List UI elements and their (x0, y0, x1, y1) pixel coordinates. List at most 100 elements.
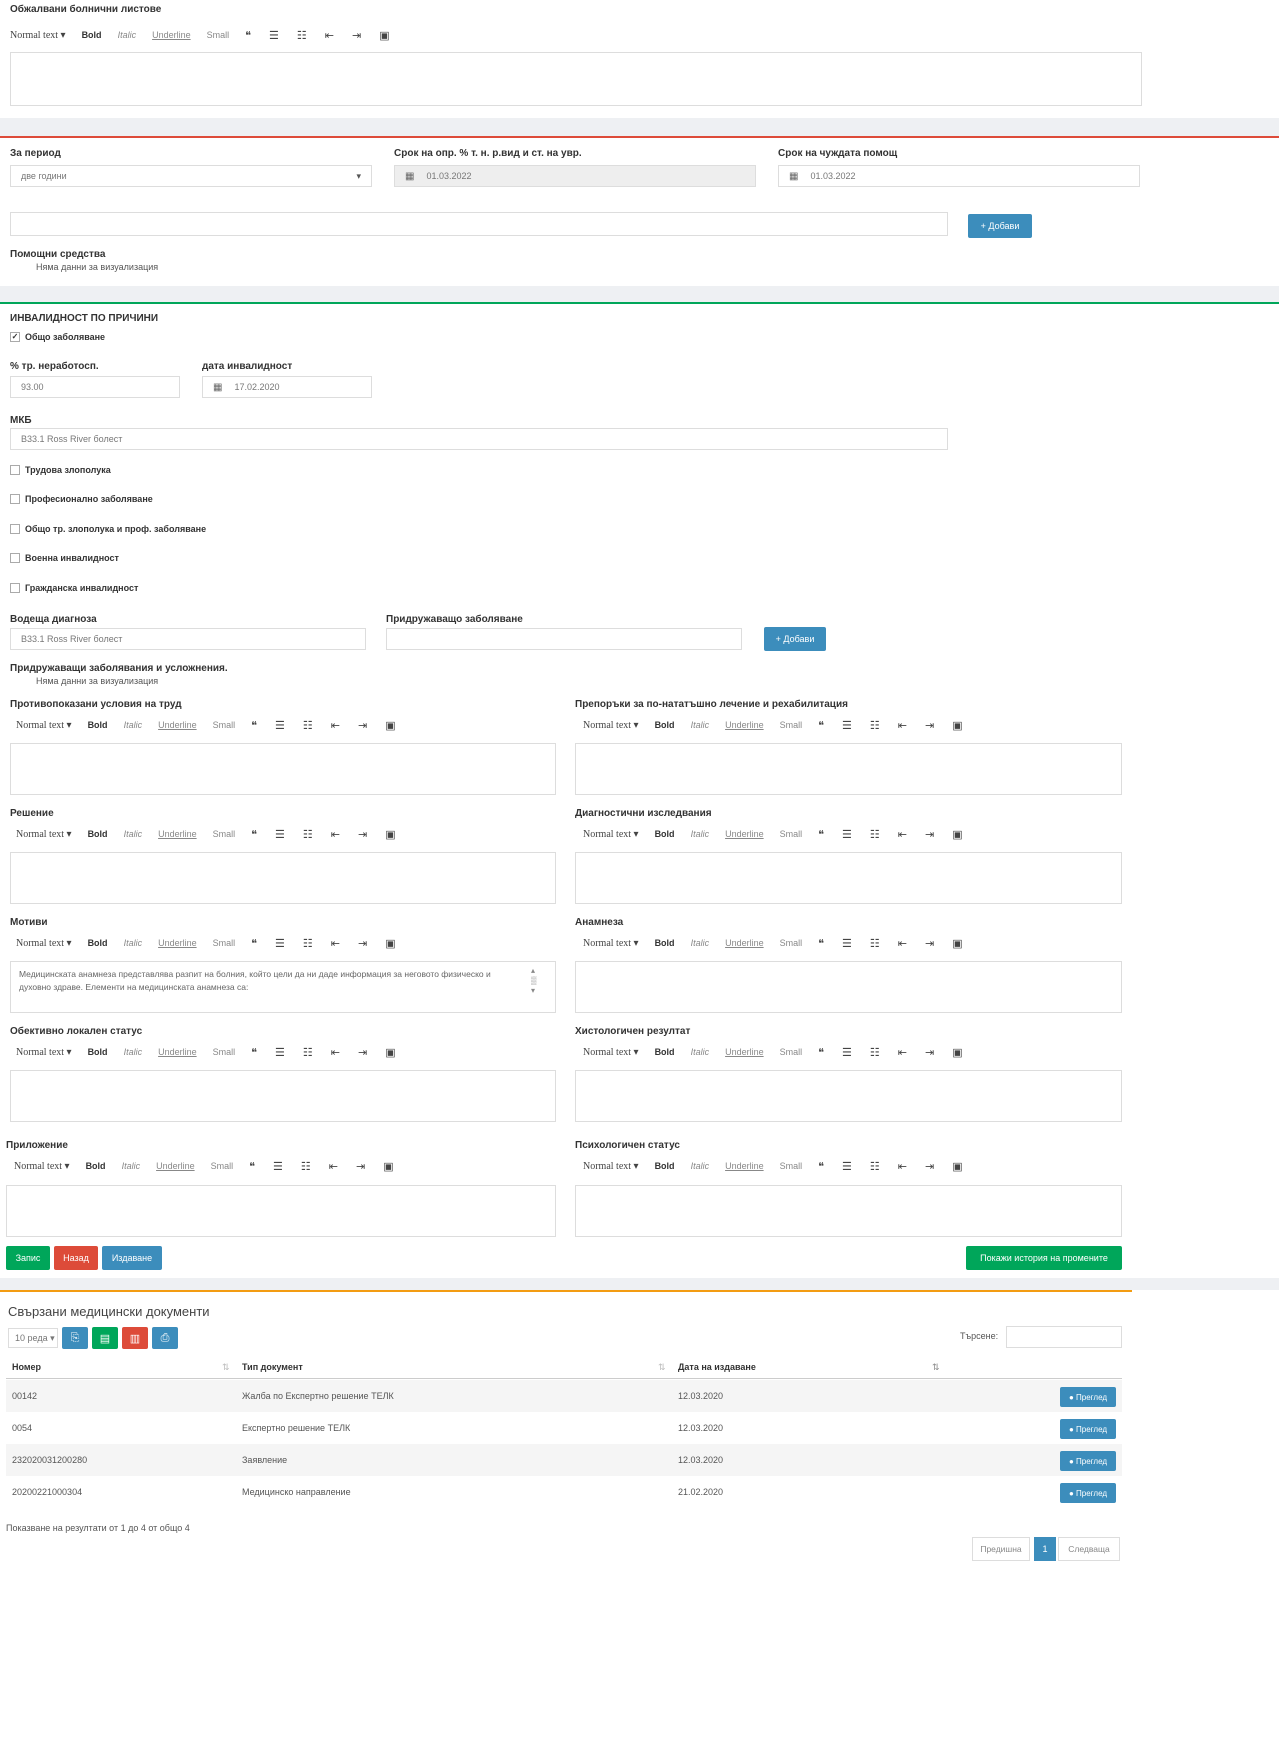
column-header-number[interactable]: Номер (12, 1362, 41, 1372)
anamnesis-editor[interactable] (575, 961, 1122, 1013)
quote-icon[interactable]: ❝ (251, 937, 257, 950)
italic-button[interactable]: Italic (124, 938, 143, 948)
outdent-icon[interactable]: ⇤ (898, 1046, 907, 1059)
unordered-list-icon[interactable]: ☰ (842, 1046, 852, 1059)
save-button[interactable]: Запис (6, 1246, 50, 1270)
indent-icon[interactable]: ⇥ (358, 1046, 367, 1059)
small-button[interactable]: Small (780, 1161, 803, 1171)
bold-button[interactable]: Bold (82, 30, 102, 40)
period-select[interactable]: две години ▾ (10, 165, 372, 187)
view-button[interactable]: ● Преглед (1060, 1483, 1116, 1503)
ordered-list-icon[interactable]: ☷ (303, 719, 313, 732)
issue-button[interactable]: Издаване (102, 1246, 162, 1270)
italic-button[interactable]: Italic (691, 829, 710, 839)
underline-button[interactable]: Underline (725, 938, 764, 948)
general-disease-checkbox[interactable]: ✓ Общо заболяване (10, 332, 105, 342)
text-style-dropdown[interactable]: Normal text ▾ (583, 1047, 639, 1058)
ordered-list-icon[interactable]: ☷ (870, 828, 880, 841)
cause-checkbox[interactable]: Трудова злополука (10, 465, 111, 475)
sick-leave-editor[interactable] (10, 52, 1142, 106)
editor-toolbar[interactable]: Normal text ▾ Bold Italic Underline Small ❝ ☰ ☷… (16, 1041, 414, 1063)
underline-button[interactable]: Underline (152, 30, 191, 40)
objective-editor[interactable] (10, 1070, 556, 1122)
outdent-icon[interactable]: ⇤ (898, 828, 907, 841)
text-style-dropdown[interactable]: Normal text ▾ (16, 938, 72, 949)
indent-icon[interactable]: ⇥ (358, 719, 367, 732)
aids-input[interactable] (10, 212, 948, 236)
add-concomitant-button[interactable]: + Добави (764, 627, 826, 651)
column-header-type[interactable]: Тип документ (242, 1362, 303, 1372)
cause-checkbox[interactable]: Гражданска инвалидност (10, 583, 138, 593)
pagination-next[interactable]: Следваща (1058, 1537, 1120, 1561)
indent-icon[interactable]: ⇥ (358, 828, 367, 841)
bold-button[interactable]: Bold (86, 1161, 106, 1171)
indent-icon[interactable]: ⇥ (356, 1160, 365, 1173)
editor-toolbar[interactable]: Normal text ▾ Bold Italic Underline Smal… (10, 24, 408, 46)
image-icon[interactable]: ▣ (952, 1160, 962, 1173)
scrollbar[interactable]: ▴ ▒ ▾ (531, 966, 537, 996)
unordered-list-icon[interactable]: ☰ (842, 1160, 852, 1173)
quote-icon[interactable]: ❝ (818, 1046, 824, 1059)
term-date-field[interactable]: ▦ 01.03.2022 (394, 165, 756, 187)
small-button[interactable]: Small (211, 1161, 234, 1171)
cause-checkbox[interactable]: Професионално заболяване (10, 494, 153, 504)
search-input[interactable] (1006, 1326, 1122, 1348)
ordered-list-icon[interactable]: ☷ (870, 1160, 880, 1173)
editor-toolbar[interactable]: Normal text ▾ Bold Italic Underline Small ❝ ☰ ☷… (16, 823, 414, 845)
ordered-list-icon[interactable]: ☷ (870, 719, 880, 732)
editor-toolbar[interactable]: Normal text ▾ Bold Italic Underline Small ❝ ☰ ☷… (583, 823, 981, 845)
quote-icon[interactable]: ❝ (818, 828, 824, 841)
indent-icon[interactable]: ⇥ (925, 1046, 934, 1059)
outdent-icon[interactable]: ⇤ (331, 828, 340, 841)
excel-icon[interactable]: ▤ (92, 1327, 118, 1349)
sort-icon[interactable]: ⇅ (932, 1362, 940, 1373)
italic-button[interactable]: Italic (124, 1047, 143, 1057)
ordered-list-icon[interactable]: ☷ (303, 828, 313, 841)
disability-date-field[interactable]: ▦ 17.02.2020 (202, 376, 372, 398)
italic-button[interactable]: Italic (691, 938, 710, 948)
cause-checkbox[interactable]: Военна инвалидност (10, 553, 119, 563)
outdent-icon[interactable]: ⇤ (331, 1046, 340, 1059)
ordered-list-icon[interactable]: ☷ (301, 1160, 311, 1173)
back-button[interactable]: Назад (54, 1246, 98, 1270)
quote-icon[interactable]: ❝ (245, 29, 251, 42)
indent-icon[interactable]: ⇥ (358, 937, 367, 950)
pagination-prev[interactable]: Предишна (972, 1537, 1030, 1561)
outdent-icon[interactable]: ⇤ (325, 29, 334, 42)
motive-editor[interactable]: Медицинската анамнеза представлява разпи… (10, 961, 556, 1013)
underline-button[interactable]: Underline (725, 1047, 764, 1057)
text-style-dropdown[interactable]: Normal text ▾ (16, 720, 72, 731)
small-button[interactable]: Small (780, 1047, 803, 1057)
sort-icon[interactable]: ⇅ (222, 1362, 230, 1373)
ordered-list-icon[interactable]: ☷ (297, 29, 307, 42)
quote-icon[interactable]: ❝ (818, 719, 824, 732)
italic-button[interactable]: Italic (691, 1161, 710, 1171)
view-button[interactable]: ● Преглед (1060, 1419, 1116, 1439)
image-icon[interactable]: ▣ (385, 937, 395, 950)
view-button[interactable]: ● Преглед (1060, 1451, 1116, 1471)
outdent-icon[interactable]: ⇤ (898, 937, 907, 950)
outdent-icon[interactable]: ⇤ (329, 1160, 338, 1173)
small-button[interactable]: Small (780, 720, 803, 730)
bold-button[interactable]: Bold (655, 720, 675, 730)
italic-button[interactable]: Italic (122, 1161, 141, 1171)
editor-toolbar[interactable]: Normal text ▾ Bold Italic Underline Small ❝ ☰ ☷… (583, 932, 981, 954)
italic-button[interactable]: Italic (691, 720, 710, 730)
italic-button[interactable]: Italic (124, 720, 143, 730)
add-aid-button[interactable]: + Добави (968, 214, 1032, 238)
bold-button[interactable]: Bold (88, 829, 108, 839)
pdf-icon[interactable]: ▥ (122, 1327, 148, 1349)
text-style-dropdown[interactable]: Normal text ▾ (583, 938, 639, 949)
editor-toolbar[interactable]: Normal text ▾ Bold Italic Underline Small ❝ ☰ ☷… (16, 714, 414, 736)
image-icon[interactable]: ▣ (952, 937, 962, 950)
indent-icon[interactable]: ⇥ (925, 719, 934, 732)
text-style-dropdown[interactable]: Normal text ▾ (583, 720, 639, 731)
editor-toolbar[interactable]: Normal text ▾ Bold Italic Underline Small ❝ ☰ ☷… (583, 1155, 981, 1177)
italic-button[interactable]: Italic (124, 829, 143, 839)
underline-button[interactable]: Underline (158, 938, 197, 948)
bold-button[interactable]: Bold (655, 1047, 675, 1057)
unordered-list-icon[interactable]: ☰ (275, 828, 285, 841)
page-size-select[interactable]: 10 реда ▾ (8, 1328, 58, 1348)
image-icon[interactable]: ▣ (383, 1160, 393, 1173)
bold-button[interactable]: Bold (88, 1047, 108, 1057)
